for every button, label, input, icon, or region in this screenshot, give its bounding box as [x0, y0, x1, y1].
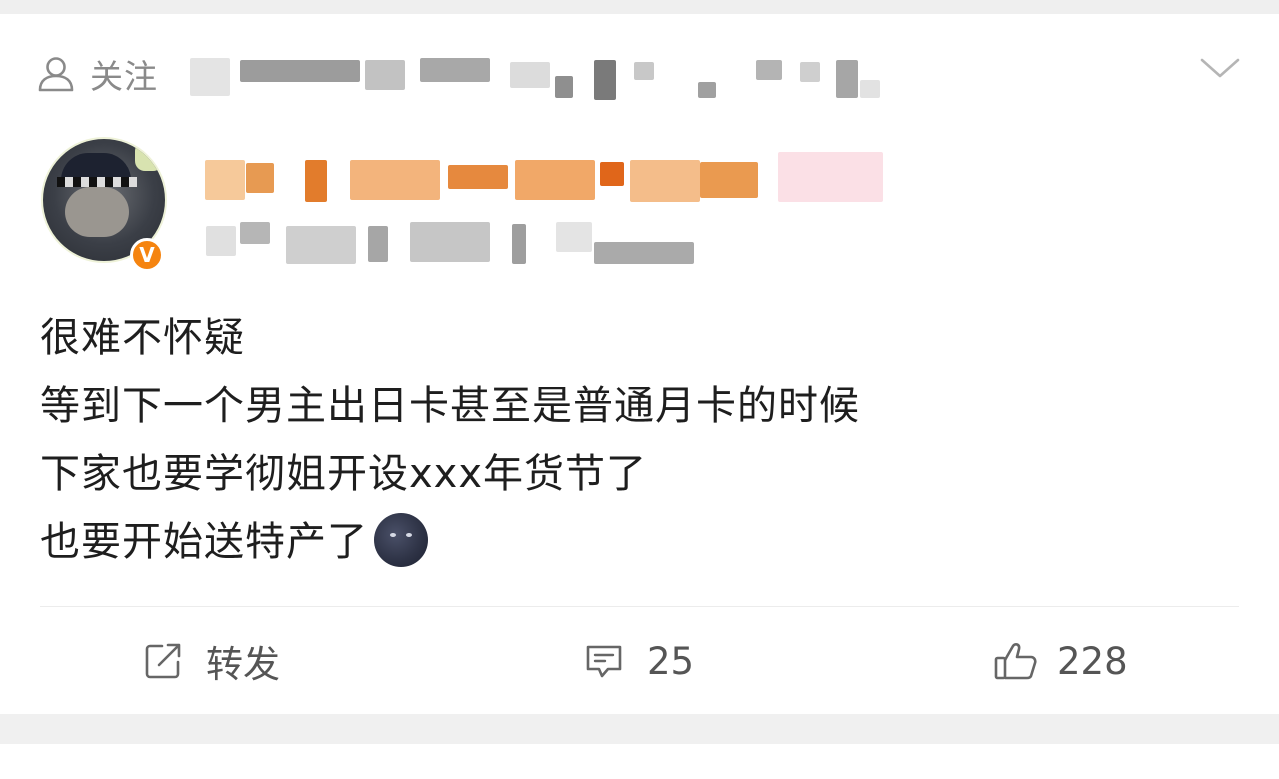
- thumbs-up-icon: [993, 640, 1037, 682]
- comment-count: 25: [647, 639, 695, 683]
- like-button[interactable]: 228: [993, 636, 1128, 686]
- like-count: 228: [1057, 639, 1128, 683]
- user-follow-icon: [36, 54, 76, 94]
- follow-label: 关注: [90, 57, 158, 96]
- action-bar-divider: [40, 606, 1239, 607]
- post-body: 很难不怀疑 等到下一个男主出日卡甚至是普通月卡的时候 下家也要学彻姐开设xxx年…: [40, 304, 860, 576]
- next-post-card: [0, 744, 1279, 779]
- comment-icon: [583, 640, 625, 682]
- share-icon: [142, 640, 184, 682]
- follow-header[interactable]: 关注: [36, 46, 158, 102]
- post-line-4: 也要开始送特产了: [40, 508, 860, 576]
- card-separator: [0, 714, 1279, 744]
- repost-label: 转发: [206, 643, 280, 686]
- post-line-2: 等到下一个男主出日卡甚至是普通月卡的时候: [40, 383, 860, 429]
- comment-button[interactable]: 25: [583, 636, 694, 686]
- post-line-3: 下家也要学彻姐开设xxx年货节了: [40, 451, 648, 497]
- post-line-1: 很难不怀疑: [40, 315, 245, 361]
- verified-badge-icon: V: [130, 238, 164, 272]
- chevron-down-icon[interactable]: [1198, 52, 1242, 82]
- repost-button[interactable]: 转发: [142, 636, 280, 686]
- new-moon-face-emoji-icon: [374, 513, 428, 567]
- top-separator: [0, 0, 1279, 14]
